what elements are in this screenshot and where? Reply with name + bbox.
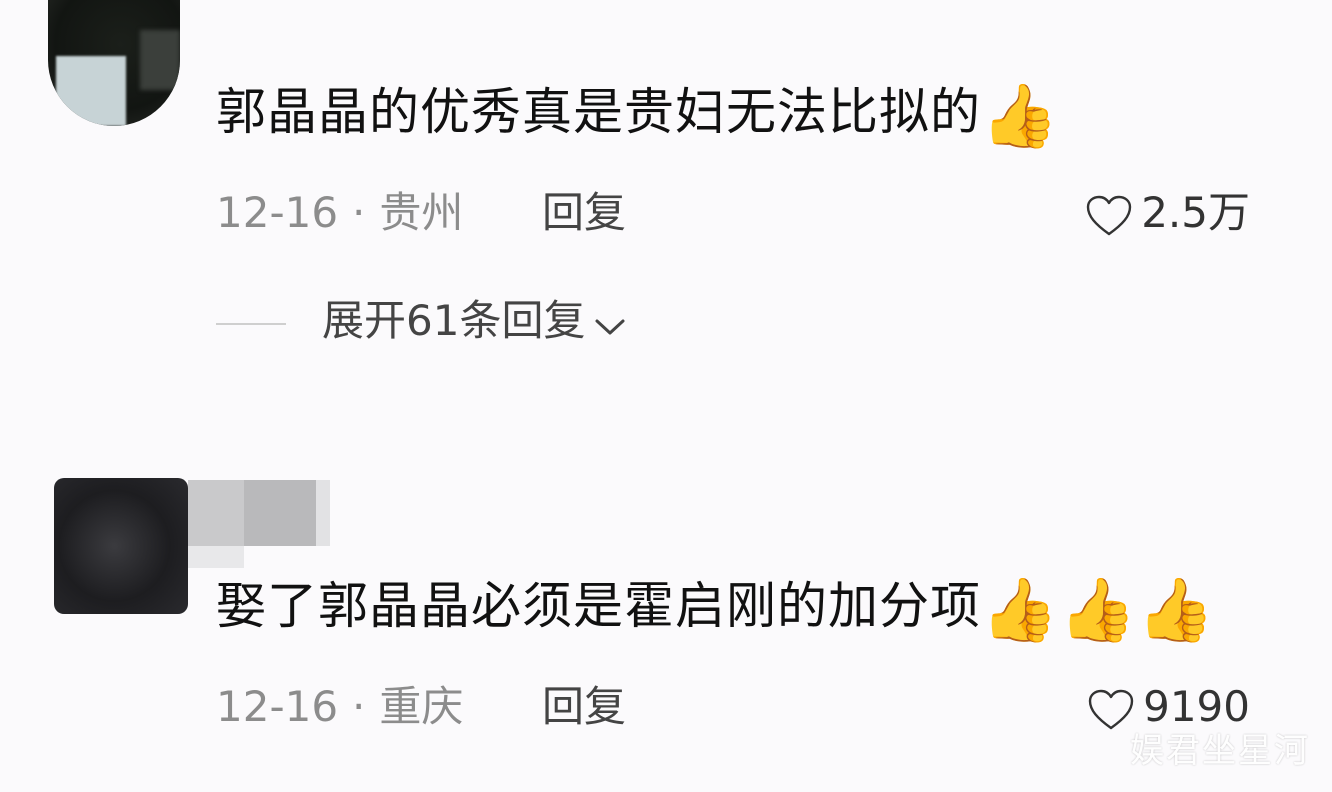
comment-body-1: 郭晶晶的优秀真是贵妇无法比拟的 bbox=[216, 83, 981, 141]
comment-text-2: 娶了郭晶晶必须是霍启刚的加分项👍👍👍 bbox=[216, 576, 1216, 641]
comment-location: 重庆 bbox=[379, 682, 464, 731]
like-count: 2.5万 bbox=[1141, 188, 1250, 237]
avatar-blur-mosaic bbox=[188, 546, 244, 568]
comment-body-2: 娶了郭晶晶必须是霍启刚的加分项 bbox=[216, 577, 981, 635]
comment-meta-2: 12-16 · 重庆 bbox=[216, 682, 463, 732]
avatar-blur-mosaic bbox=[188, 480, 244, 546]
thumbs-up-emoji: 👍 bbox=[1137, 572, 1216, 646]
heart-outline-icon bbox=[1087, 195, 1132, 235]
expand-replies-button[interactable]: 展开61条回复 bbox=[216, 296, 627, 349]
avatar-image bbox=[54, 478, 188, 614]
comment-location: 贵州 bbox=[379, 188, 464, 237]
user-avatar-1[interactable] bbox=[48, 0, 180, 126]
avatar-blur-mosaic bbox=[244, 480, 316, 546]
like-button[interactable]: 2.5万 bbox=[1085, 188, 1250, 238]
comment-date: 12-16 bbox=[216, 682, 339, 731]
thumbs-up-emoji: 👍 bbox=[981, 78, 1060, 152]
expand-replies-label: 展开61条回复 bbox=[322, 296, 586, 345]
comment-date: 12-16 bbox=[216, 188, 339, 237]
reply-button[interactable]: 回复 bbox=[542, 188, 626, 238]
meta-separator: · bbox=[352, 682, 366, 731]
avatar-blur-mosaic bbox=[316, 480, 330, 546]
thumbs-up-emoji: 👍 bbox=[1059, 572, 1138, 646]
avatar-blur-mosaic bbox=[56, 56, 126, 126]
chevron-down-icon bbox=[593, 299, 627, 349]
comment-meta-1: 12-16 · 贵州 bbox=[216, 188, 463, 238]
expand-divider-line bbox=[216, 322, 286, 325]
watermark-text: 娱君坐星河 bbox=[1130, 731, 1310, 771]
heart-outline-icon bbox=[1088, 689, 1134, 729]
avatar-blur-detail bbox=[140, 30, 180, 90]
comment-text-1: 郭晶晶的优秀真是贵妇无法比拟的👍 bbox=[216, 82, 1059, 147]
thumbs-up-emoji: 👍 bbox=[981, 572, 1060, 646]
meta-separator: · bbox=[352, 188, 366, 237]
reply-button[interactable]: 回复 bbox=[542, 682, 626, 732]
